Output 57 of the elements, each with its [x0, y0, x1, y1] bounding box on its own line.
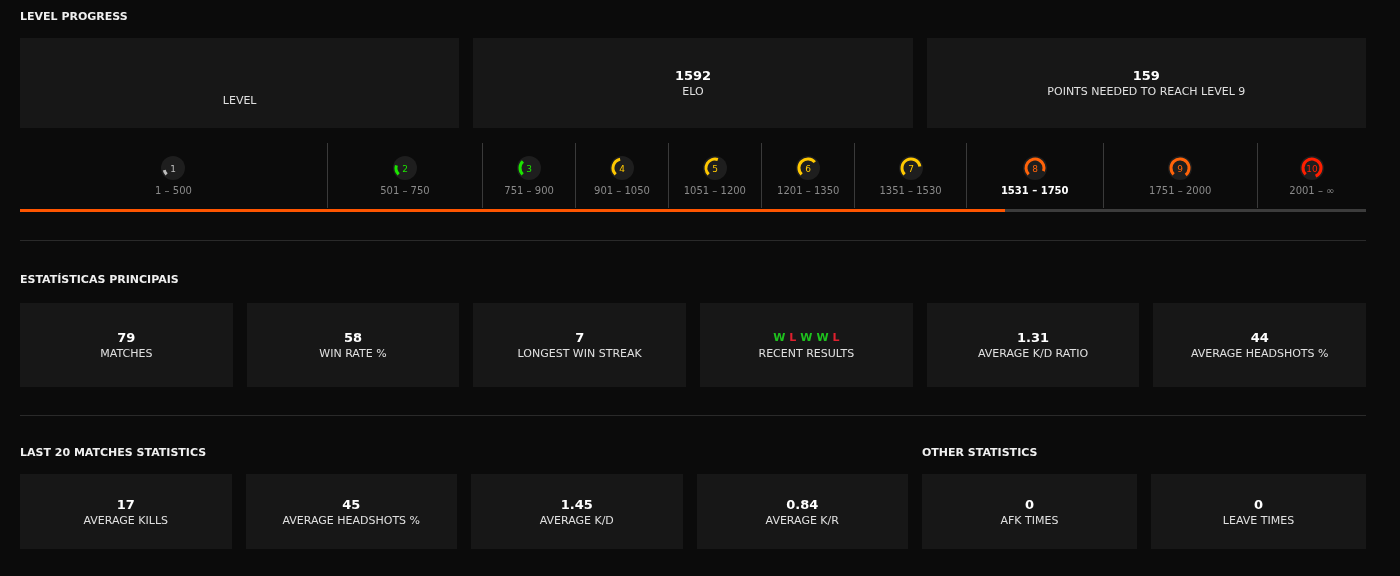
stat-label: LEVEL — [222, 92, 257, 108]
stat-value: 58 — [343, 329, 363, 346]
result-letter: L — [832, 330, 840, 346]
level-range: 501 – 750 — [380, 185, 430, 196]
level-gauge-icon: 1 — [160, 155, 187, 181]
stat-value: 7 — [575, 329, 585, 346]
stat-value: 45 — [342, 495, 361, 513]
section-title: OTHER STATISTICS — [922, 445, 1039, 461]
level-range: 2001 – ∞ — [1289, 185, 1335, 196]
stat-label: AVERAGE HEADSHOTS % — [1190, 346, 1329, 361]
stat-label: AVERAGE K/R — [765, 512, 839, 528]
stat-label: AVERAGE K/D RATIO — [977, 346, 1089, 361]
stat-label: AVERAGE KILLS — [83, 512, 168, 528]
stat-label: POINTS NEEDED TO REACH LEVEL 9 — [1047, 84, 1246, 99]
stat-label: AVERAGE K/D — [539, 512, 614, 528]
stat-label: WIN RATE % — [319, 346, 387, 361]
stat-value: 0 — [1024, 495, 1034, 513]
result-letter: L — [789, 330, 797, 346]
stat-value: 1.45 — [560, 495, 593, 513]
stat-label: AFK TIMES — [1000, 512, 1059, 528]
level-gauge-icon: 8 — [1021, 155, 1048, 181]
stat-label: RECENT RESULTS — [758, 346, 855, 361]
level-range: 1201 – 1350 — [777, 185, 840, 196]
stat-value: 17 — [116, 495, 135, 513]
section-title: ESTATÍSTICAS PRINCIPAIS — [20, 272, 180, 288]
level-gauge-icon: 6 — [795, 155, 822, 181]
level-gauge-icon: 10 — [1298, 155, 1325, 181]
stat-value: 1.31 — [1017, 329, 1050, 346]
level-range: 1531 – 1750 — [1000, 185, 1069, 196]
level-range: 1351 – 1530 — [879, 185, 942, 196]
level-range: 1751 – 2000 — [1149, 185, 1212, 196]
level-range: 901 – 1050 — [594, 185, 650, 196]
level-range: 1 – 500 — [155, 185, 192, 196]
result-letter: W — [800, 330, 813, 346]
stat-label: LEAVE TIMES — [1222, 512, 1295, 528]
section-title: LAST 20 MATCHES STATISTICS — [20, 445, 208, 461]
stat-value: 0 — [1253, 495, 1263, 513]
stat-value: 79 — [117, 329, 136, 346]
level-gauge-icon: 4 — [608, 155, 635, 181]
level-gauge-icon: 9 — [1167, 155, 1194, 181]
stat-label: MATCHES — [100, 346, 153, 361]
stat-label: LONGEST WIN STREAK — [517, 346, 642, 361]
stat-label: ELO — [682, 84, 704, 99]
stat-value: 159 — [1132, 67, 1160, 84]
stat-value: 1592 — [674, 67, 712, 84]
level-gauge-icon: 2 — [391, 155, 418, 181]
level-range: 1051 – 1200 — [683, 185, 746, 196]
stat-value: 0.84 — [786, 495, 819, 513]
section-title: LEVEL PROGRESS — [20, 9, 129, 25]
level-gauge-icon: 3 — [516, 155, 543, 181]
level-range: 751 – 900 — [504, 185, 554, 196]
stat-value: 44 — [1250, 329, 1269, 346]
result-letter: W — [816, 330, 829, 346]
level-gauge-icon: 5 — [701, 155, 728, 181]
stat-label: AVERAGE HEADSHOTS % — [282, 512, 421, 528]
level-gauge-icon: 7 — [897, 155, 924, 181]
result-letter: W — [773, 330, 786, 346]
